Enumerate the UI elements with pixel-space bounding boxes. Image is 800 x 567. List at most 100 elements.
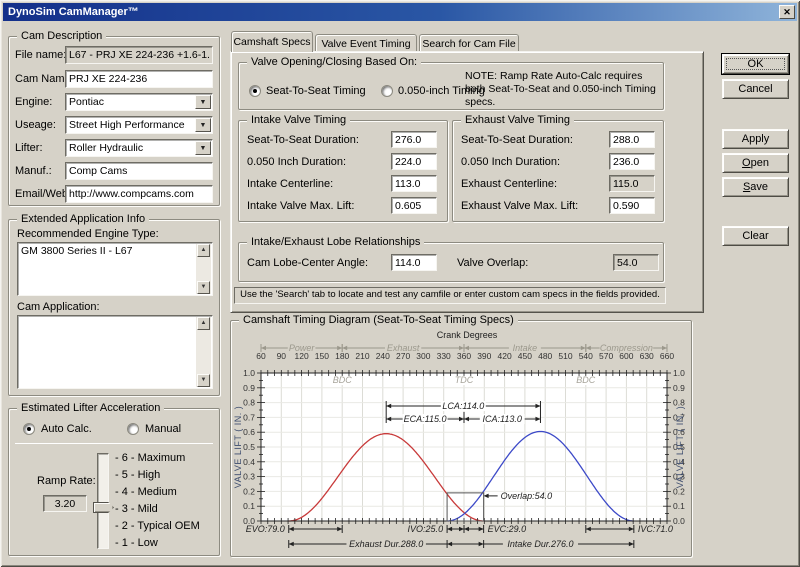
exhaust-max-lift-label: Exhaust Valve Max. Lift: (461, 200, 578, 213)
auto-calc-label: Auto Calc. (41, 423, 92, 436)
svg-text:540: 540 (579, 351, 593, 361)
close-button[interactable]: ✕ (779, 5, 795, 19)
svg-text:0.4: 0.4 (243, 457, 255, 467)
divider (15, 443, 213, 444)
svg-text:150: 150 (315, 351, 329, 361)
cam-application-scrollbar[interactable]: ▲ ▼ (196, 317, 211, 387)
svg-text:0.3: 0.3 (243, 472, 255, 482)
extended-application-info-group: Extended Application Info Recommended En… (8, 219, 220, 396)
scale-2-typical-oem: - 2 - Typical OEM (115, 520, 200, 533)
extended-info-title: Extended Application Info (17, 212, 149, 226)
valve-basis-title: Valve Opening/Closing Based On: (247, 55, 421, 69)
exhaust-050-duration-field[interactable]: 236.0 (609, 153, 655, 170)
valve-overlap-label: Valve Overlap: (457, 257, 528, 270)
svg-text:BDC: BDC (576, 375, 596, 385)
tab-search-for-cam-file[interactable]: Search for Cam File (419, 34, 519, 52)
lifter-dropdown[interactable]: Roller Hydraulic ▼ (65, 139, 213, 157)
svg-text:Crank Degrees: Crank Degrees (437, 330, 498, 340)
seat-to-seat-radio[interactable] (249, 85, 261, 97)
save-button[interactable]: Save (722, 177, 789, 197)
ramp-rate-label: Ramp Rate: (37, 475, 96, 488)
engine-value: Pontiac (69, 96, 104, 108)
svg-text:EVO:79.0: EVO:79.0 (246, 524, 285, 534)
apply-button[interactable]: Apply (722, 129, 789, 149)
inch-timing-radio[interactable] (381, 85, 393, 97)
open-button[interactable]: Open (722, 153, 789, 173)
svg-text:Exhaust Dur.288.0: Exhaust Dur.288.0 (349, 539, 423, 549)
manuf-label: Manuf.: (15, 165, 52, 178)
ramp-rate-slider-track[interactable] (97, 453, 109, 549)
cam-description-group: Cam Description File name: L67 - PRJ XE … (8, 36, 220, 206)
exhaust-max-lift-field[interactable]: 0.590 (609, 197, 655, 214)
svg-text:0.5: 0.5 (243, 442, 255, 452)
y-axis-title-right: VALVE LIFT ( IN. ) (675, 406, 685, 489)
engine-type-scrollbar[interactable]: ▲ ▼ (196, 244, 211, 294)
svg-text:0.9: 0.9 (243, 383, 255, 393)
cam-description-title: Cam Description (17, 29, 106, 43)
svg-text:LCA:114.0: LCA:114.0 (442, 401, 484, 411)
intake-max-lift-field[interactable]: 0.605 (391, 197, 437, 214)
cam-application-label: Cam Application: (17, 301, 100, 314)
engine-dropdown[interactable]: Pontiac ▼ (65, 93, 213, 111)
email-web-field[interactable]: http://www.compcams.com (65, 185, 213, 203)
cam-name-field[interactable]: PRJ XE 224-236 (65, 70, 213, 88)
svg-text:Compression: Compression (600, 343, 653, 353)
svg-text:BDC: BDC (333, 375, 353, 385)
scale-5-high: - 5 - High (115, 469, 160, 482)
scroll-down-icon[interactable]: ▼ (197, 374, 210, 387)
clear-button[interactable]: Clear (722, 226, 789, 246)
ramp-rate-slider-thumb[interactable] (93, 502, 114, 513)
lifter-acceleration-title: Estimated Lifter Acceleration (17, 401, 164, 415)
email-web-label: Email/Web: (15, 188, 71, 201)
lobe-relationships-title: Intake/Exhaust Lobe Relationships (247, 235, 424, 249)
svg-text:1.0: 1.0 (243, 368, 255, 378)
y-axis-title-left: VALVE LIFT ( IN. ) (233, 406, 243, 489)
title-bar[interactable]: DynoSim CamManager™ ✕ (3, 3, 797, 21)
manual-radio[interactable] (127, 423, 139, 435)
intake-valve-timing-group: Intake Valve Timing Seat-To-Seat Duratio… (238, 120, 448, 222)
ok-button[interactable]: OK (722, 54, 789, 74)
manuf-field[interactable]: Comp Cams (65, 162, 213, 180)
svg-text:0.1: 0.1 (243, 501, 255, 511)
useage-dropdown-arrow-icon[interactable]: ▼ (195, 118, 211, 132)
exhaust-centerline-label: Exhaust Centerline: (461, 178, 557, 191)
window-title: DynoSim CamManager™ (8, 6, 779, 18)
cam-application-textarea[interactable]: ▲ ▼ (17, 315, 213, 389)
svg-text:Power: Power (289, 343, 316, 353)
svg-text:0.6: 0.6 (243, 427, 255, 437)
scroll-up-icon[interactable]: ▲ (197, 317, 210, 330)
auto-calc-radio[interactable] (23, 423, 35, 435)
intake-centerline-label: Intake Centerline: (247, 178, 333, 191)
exhaust-valve-timing-group: Exhaust Valve Timing Seat-To-Seat Durati… (452, 120, 664, 222)
exhaust-050-duration-label: 0.050 Inch Duration: (461, 156, 560, 169)
tab-valve-event-timing[interactable]: Valve Event Timing (315, 34, 417, 52)
file-name-label: File name: (15, 49, 66, 62)
intake-050-duration-field[interactable]: 224.0 (391, 153, 437, 170)
scroll-up-icon[interactable]: ▲ (197, 244, 210, 257)
cancel-button[interactable]: Cancel (722, 79, 789, 99)
intake-centerline-field[interactable]: 113.0 (391, 175, 437, 192)
lobe-center-angle-label: Cam Lobe-Center Angle: (247, 257, 368, 270)
tab-camshaft-specs[interactable]: Camshaft Specs (231, 31, 313, 52)
search-hint-note: Use the 'Search' tab to locate and test … (234, 287, 666, 304)
lobe-relationships-group: Intake/Exhaust Lobe Relationships Cam Lo… (238, 242, 664, 282)
recommended-engine-type-textarea[interactable]: GM 3800 Series II - L67 ▲ ▼ (17, 242, 213, 296)
svg-text:Overlap:54.0: Overlap:54.0 (501, 491, 553, 501)
engine-dropdown-arrow-icon[interactable]: ▼ (195, 95, 211, 109)
close-icon: ✕ (783, 7, 791, 17)
intake-sts-duration-label: Seat-To-Seat Duration: (247, 134, 359, 147)
lobe-center-angle-field[interactable]: 114.0 (391, 254, 437, 271)
svg-text:390: 390 (477, 351, 491, 361)
lifter-label: Lifter: (15, 142, 43, 155)
lifter-dropdown-arrow-icon[interactable]: ▼ (195, 141, 211, 155)
scroll-down-icon[interactable]: ▼ (197, 281, 210, 294)
scale-4-medium: - 4 - Medium (115, 486, 177, 499)
exhaust-sts-duration-field[interactable]: 288.0 (609, 131, 655, 148)
svg-text:1.0: 1.0 (673, 368, 685, 378)
useage-dropdown[interactable]: Street High Performance ▼ (65, 116, 213, 134)
seat-to-seat-label: Seat-To-Seat Timing (266, 85, 366, 98)
engine-label: Engine: (15, 96, 52, 109)
svg-text:360: 360 (457, 351, 471, 361)
svg-text:510: 510 (558, 351, 572, 361)
intake-sts-duration-field[interactable]: 276.0 (391, 131, 437, 148)
